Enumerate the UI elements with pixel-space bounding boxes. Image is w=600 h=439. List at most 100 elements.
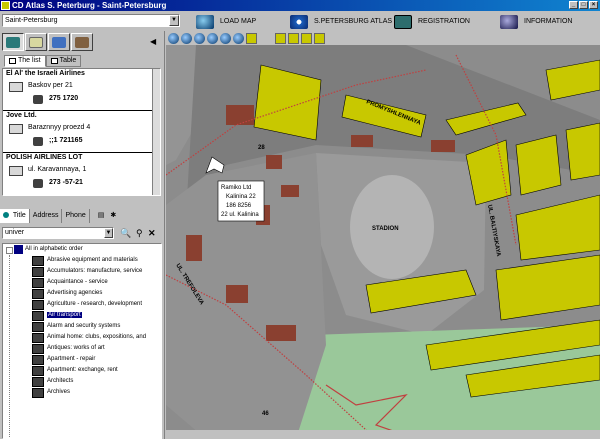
tree-item[interactable]: Architects bbox=[3, 376, 161, 387]
search-button[interactable]: 🔍 bbox=[120, 227, 131, 239]
top-toolbar: Saint-Petersburg ▼ Load map S.Petersburg… bbox=[0, 11, 600, 31]
small-building bbox=[281, 185, 299, 197]
tab-table[interactable]: Table bbox=[45, 55, 82, 67]
settings-icon[interactable]: ✱ bbox=[107, 209, 119, 223]
category-icon bbox=[32, 256, 44, 266]
results-list[interactable]: El Al' the Israeli Airlines Baskov per 2… bbox=[2, 68, 161, 196]
category-icon bbox=[32, 377, 44, 387]
chevron-down-icon[interactable]: ▼ bbox=[169, 15, 179, 26]
tree-item[interactable]: Apartment: exchange, rent bbox=[3, 365, 161, 376]
registration-button[interactable]: Registration bbox=[394, 13, 470, 30]
tree-item[interactable]: Archives bbox=[3, 387, 161, 398]
city-map[interactable]: PROMYSHLENNAYA UL. TREFOLEVA UL. BALTIYS… bbox=[166, 45, 600, 439]
tree-item-label: Acquaintance - service bbox=[47, 279, 108, 285]
filter-button[interactable]: ⚲ bbox=[136, 227, 143, 239]
popup-line: Kalinina 22 bbox=[226, 194, 256, 200]
maximize-button[interactable]: □ bbox=[579, 1, 588, 9]
tree-item[interactable]: Advertising agencies bbox=[3, 288, 161, 299]
building bbox=[565, 122, 600, 181]
list-item[interactable]: El Al' the Israeli Airlines Baskov per 2… bbox=[3, 69, 160, 111]
list-icon bbox=[9, 58, 16, 64]
app-icon bbox=[1, 1, 10, 10]
entry-address: Baraznnyy proezd 4 bbox=[28, 124, 91, 131]
entry-name: Jove Ltd. bbox=[6, 112, 37, 119]
help-icon[interactable] bbox=[301, 32, 312, 44]
layers-icon[interactable] bbox=[314, 32, 325, 44]
tree-item[interactable]: Accumulators: manufacture, service bbox=[3, 266, 161, 277]
close-button[interactable]: × bbox=[589, 1, 598, 9]
entry-address: Baskov per 21 bbox=[28, 82, 73, 89]
information-button[interactable]: Information bbox=[500, 13, 572, 30]
route-icon bbox=[52, 36, 66, 48]
category-icon bbox=[32, 278, 44, 288]
entry-phone: 273 -57-21 bbox=[49, 179, 83, 186]
tree-item[interactable]: Alarm and security systems bbox=[3, 321, 161, 332]
minimize-button[interactable]: _ bbox=[569, 1, 578, 9]
tree-item-label: Animal home: clubs, expositions, and bbox=[47, 334, 147, 340]
pan-icon[interactable] bbox=[233, 32, 244, 44]
list-item[interactable]: POLISH AIRLINES LOT ul. Karavannaya, 1 2… bbox=[3, 153, 160, 195]
map-mode-button[interactable] bbox=[25, 33, 47, 51]
tree-item[interactable]: Abrasive equipment and materials bbox=[3, 255, 161, 266]
tree-item[interactable]: Animal home: clubs, expositions, and bbox=[3, 332, 161, 343]
small-building bbox=[431, 140, 455, 152]
book-icon[interactable]: ▤ bbox=[90, 209, 108, 223]
panel-arrow-icon[interactable]: ◀ bbox=[150, 37, 156, 46]
left-panel: ◀ The list Table El Al' the Israeli Airl… bbox=[0, 31, 165, 439]
object-icon[interactable] bbox=[288, 32, 299, 44]
entry-phone: ;;1 721165 bbox=[49, 137, 83, 144]
entry-address: ul. Karavannaya, 1 bbox=[28, 166, 87, 173]
small-building bbox=[186, 235, 202, 261]
tab-address[interactable]: Address bbox=[30, 209, 63, 223]
entry-name: El Al' the Israeli Airlines bbox=[6, 70, 85, 77]
tab-title-label: Title bbox=[12, 212, 26, 219]
load-map-button[interactable]: Load map bbox=[196, 13, 256, 30]
globe-icon[interactable] bbox=[168, 32, 179, 44]
list-scrollbar[interactable] bbox=[152, 69, 160, 195]
tab-list[interactable]: The list bbox=[4, 55, 46, 67]
phone-icon bbox=[33, 179, 43, 188]
tree-root[interactable]: All in alphabetic order bbox=[3, 244, 161, 255]
tree-item[interactable]: Air transport bbox=[3, 310, 161, 321]
popup-line: 22 ul. Kalinina bbox=[221, 212, 259, 218]
search-input[interactable]: univer ▼ bbox=[2, 227, 114, 239]
tab-address-label: Address bbox=[32, 212, 59, 219]
tree-item-label: Alarm and security systems bbox=[47, 323, 121, 329]
popup-line: 186 8256 bbox=[226, 203, 252, 209]
clear-button[interactable]: ✕ bbox=[148, 227, 156, 239]
chevron-down-icon[interactable]: ▼ bbox=[104, 228, 113, 238]
tree-item[interactable]: Acquaintance - service bbox=[3, 277, 161, 288]
tree-item[interactable]: Agriculture - research, development bbox=[3, 299, 161, 310]
measure-icon[interactable] bbox=[275, 32, 286, 44]
popup-line: Ramiko Ltd bbox=[221, 185, 251, 191]
table-icon bbox=[50, 58, 58, 64]
zoom-in-icon[interactable] bbox=[181, 32, 192, 44]
building-icon bbox=[9, 82, 23, 92]
tree-item[interactable]: Antiques: works of art bbox=[3, 343, 161, 354]
route-mode-button[interactable] bbox=[48, 33, 70, 51]
list-item[interactable]: Jove Ltd. Baraznnyy proezd 4 ;;1 721165 bbox=[3, 111, 160, 153]
building bbox=[515, 134, 562, 196]
phonebook-mode-button[interactable] bbox=[2, 33, 24, 51]
zoom-region-icon[interactable] bbox=[207, 32, 218, 44]
folder-icon bbox=[14, 245, 23, 254]
tab-table-label: Table bbox=[59, 57, 77, 64]
tab-list-label: The list bbox=[18, 57, 41, 64]
city-select-value: Saint-Petersburg bbox=[5, 17, 58, 24]
zoom-out-icon[interactable] bbox=[194, 32, 205, 44]
zoom-full-icon[interactable] bbox=[220, 32, 231, 44]
tree-item[interactable]: Apartment - repair bbox=[3, 354, 161, 365]
category-tree[interactable]: All in alphabetic order Abrasive equipme… bbox=[2, 243, 162, 439]
tree-item-label: Advertising agencies bbox=[47, 290, 103, 296]
small-building bbox=[226, 285, 248, 303]
tab-title[interactable]: Title bbox=[0, 209, 30, 223]
information-label: Information bbox=[524, 18, 573, 25]
category-icon bbox=[32, 355, 44, 365]
city-select[interactable]: Saint-Petersburg ▼ bbox=[2, 14, 180, 27]
tab-phone[interactable]: Phone bbox=[62, 209, 90, 223]
atlas-button[interactable]: S.Petersburg atlas bbox=[290, 13, 392, 30]
tools-mode-button[interactable] bbox=[71, 33, 93, 51]
print-icon[interactable] bbox=[246, 32, 257, 44]
tree-item-label: Agriculture - research, development bbox=[47, 301, 143, 307]
category-icon bbox=[32, 388, 44, 398]
